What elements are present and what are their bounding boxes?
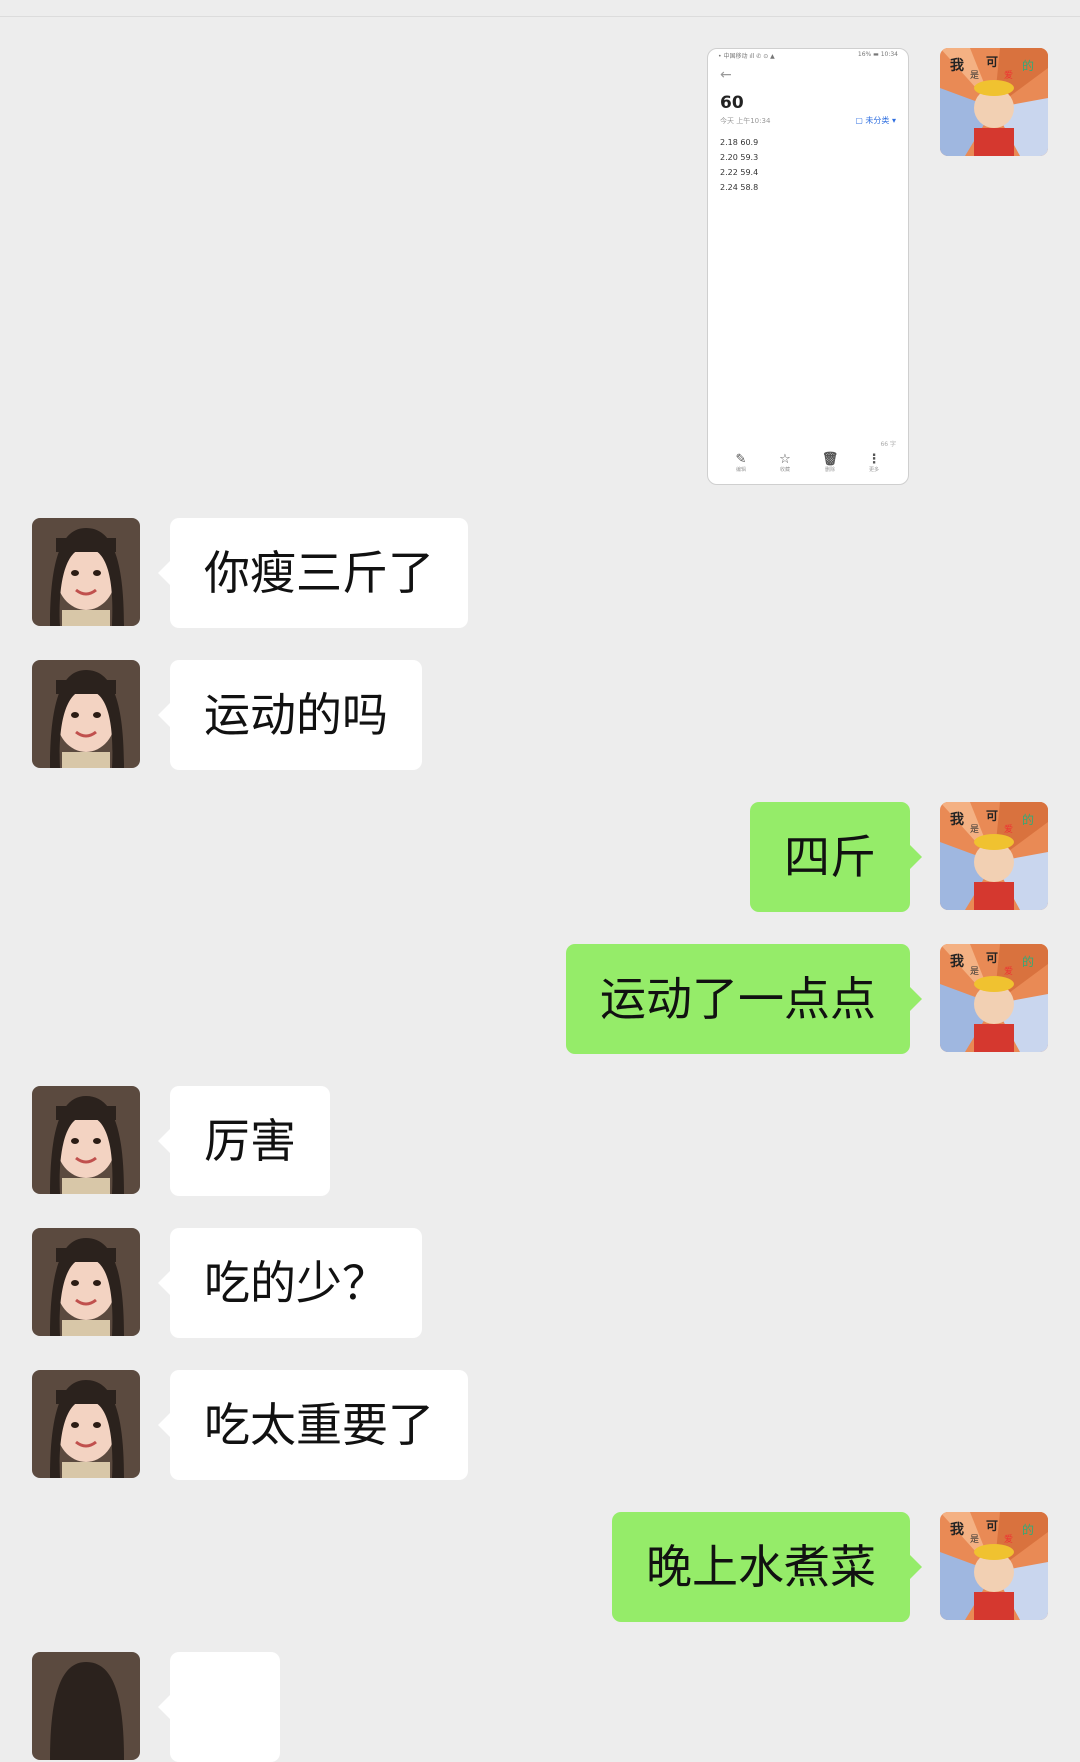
svg-text:可: 可 [986, 809, 998, 823]
message-bubble[interactable]: 厉害 [158, 1086, 330, 1196]
screenshot-note-line: 2.22 59.4 [720, 168, 759, 177]
contact-avatar[interactable] [32, 1370, 140, 1478]
screenshot-note-date: 今天 上午10:34 [720, 117, 771, 125]
message-bubble[interactable]: 晚上水煮菜 [612, 1512, 922, 1622]
message-bubble[interactable]: 四斤 [750, 802, 922, 912]
screenshot-note-title: 60 [720, 93, 744, 113]
svg-text:可: 可 [986, 1519, 998, 1533]
header-divider [0, 16, 1080, 17]
screenshot-edit-icon: ✎ 编辑 [735, 452, 747, 473]
screenshot-status-left: • 中国移动 ıll ✆ ⊙ ▲ [718, 53, 775, 60]
screenshot-star-icon: ☆ 收藏 [779, 452, 791, 473]
sent-screenshot-image[interactable]: • 中国移动 ıll ✆ ⊙ ▲ 16% ▬ 10:34 ← 60 今天 上午1… [707, 48, 909, 485]
svg-text:爱: 爱 [1004, 824, 1013, 835]
contact-avatar[interactable] [32, 518, 140, 626]
screenshot-status-bar: • 中国移动 ıll ✆ ⊙ ▲ 16% ▬ 10:34 [718, 51, 898, 60]
contact-avatar[interactable] [32, 1086, 140, 1194]
screenshot-word-count: 66 字 [880, 441, 896, 448]
message-bubble[interactable]: 运动了一点点 [566, 944, 922, 1054]
svg-text:可: 可 [986, 55, 998, 69]
svg-text:是: 是 [970, 70, 979, 81]
screenshot-more-icon: ⋮ 更多 [867, 452, 881, 473]
svg-text:我: 我 [950, 954, 964, 970]
svg-text:我: 我 [950, 58, 964, 74]
screenshot-note-line: 2.20 59.3 [720, 153, 759, 162]
svg-text:的: 的 [1022, 58, 1034, 73]
svg-text:爱: 爱 [1004, 1534, 1013, 1545]
screenshot-note-line: 2.18 60.9 [720, 138, 759, 147]
message-bubble-partial[interactable] [158, 1652, 280, 1762]
message-bubble[interactable]: 吃的少？ [158, 1228, 422, 1338]
message-bubble[interactable]: 吃太重要了 [158, 1370, 468, 1480]
screenshot-note-category: ▢ 未分类 ▾ [855, 116, 896, 125]
screenshot-status-right: 16% ▬ 10:34 [857, 51, 898, 58]
svg-text:我: 我 [950, 1522, 964, 1538]
svg-text:是: 是 [970, 1534, 979, 1545]
message-bubble[interactable]: 你瘦三斤了 [158, 518, 468, 628]
self-avatar[interactable]: 我 是 可 爱 的 [940, 48, 1048, 156]
svg-text:是: 是 [970, 966, 979, 977]
screenshot-note-line: 2.24 58.8 [720, 183, 759, 192]
svg-text:的: 的 [1022, 812, 1034, 827]
screenshot-note-body: 2.18 60.9 2.20 59.3 2.22 59.4 2.24 58.8 [720, 135, 758, 195]
svg-text:的: 的 [1022, 1522, 1034, 1537]
message-bubble[interactable]: 运动的吗 [158, 660, 422, 770]
svg-text:可: 可 [986, 951, 998, 965]
self-avatar[interactable]: 我 是 可 爱 的 [940, 802, 1048, 910]
contact-avatar[interactable] [32, 1652, 140, 1760]
contact-avatar[interactable] [32, 1228, 140, 1336]
svg-text:爱: 爱 [1004, 966, 1013, 977]
self-avatar[interactable]: 我 是 可 爱 的 [940, 944, 1048, 1052]
screenshot-toolbar: ✎ 编辑 ☆ 收藏 🗑 删除 ⋮ 更多 [708, 452, 908, 482]
contact-avatar[interactable] [32, 660, 140, 768]
svg-text:的: 的 [1022, 954, 1034, 969]
screenshot-trash-icon: 🗑 删除 [821, 452, 839, 473]
screenshot-back-icon: ← [720, 67, 732, 83]
svg-text:是: 是 [970, 824, 979, 835]
self-avatar[interactable]: 我 是 可 爱 的 [940, 1512, 1048, 1620]
svg-text:爱: 爱 [1004, 70, 1013, 81]
svg-text:我: 我 [950, 812, 964, 828]
